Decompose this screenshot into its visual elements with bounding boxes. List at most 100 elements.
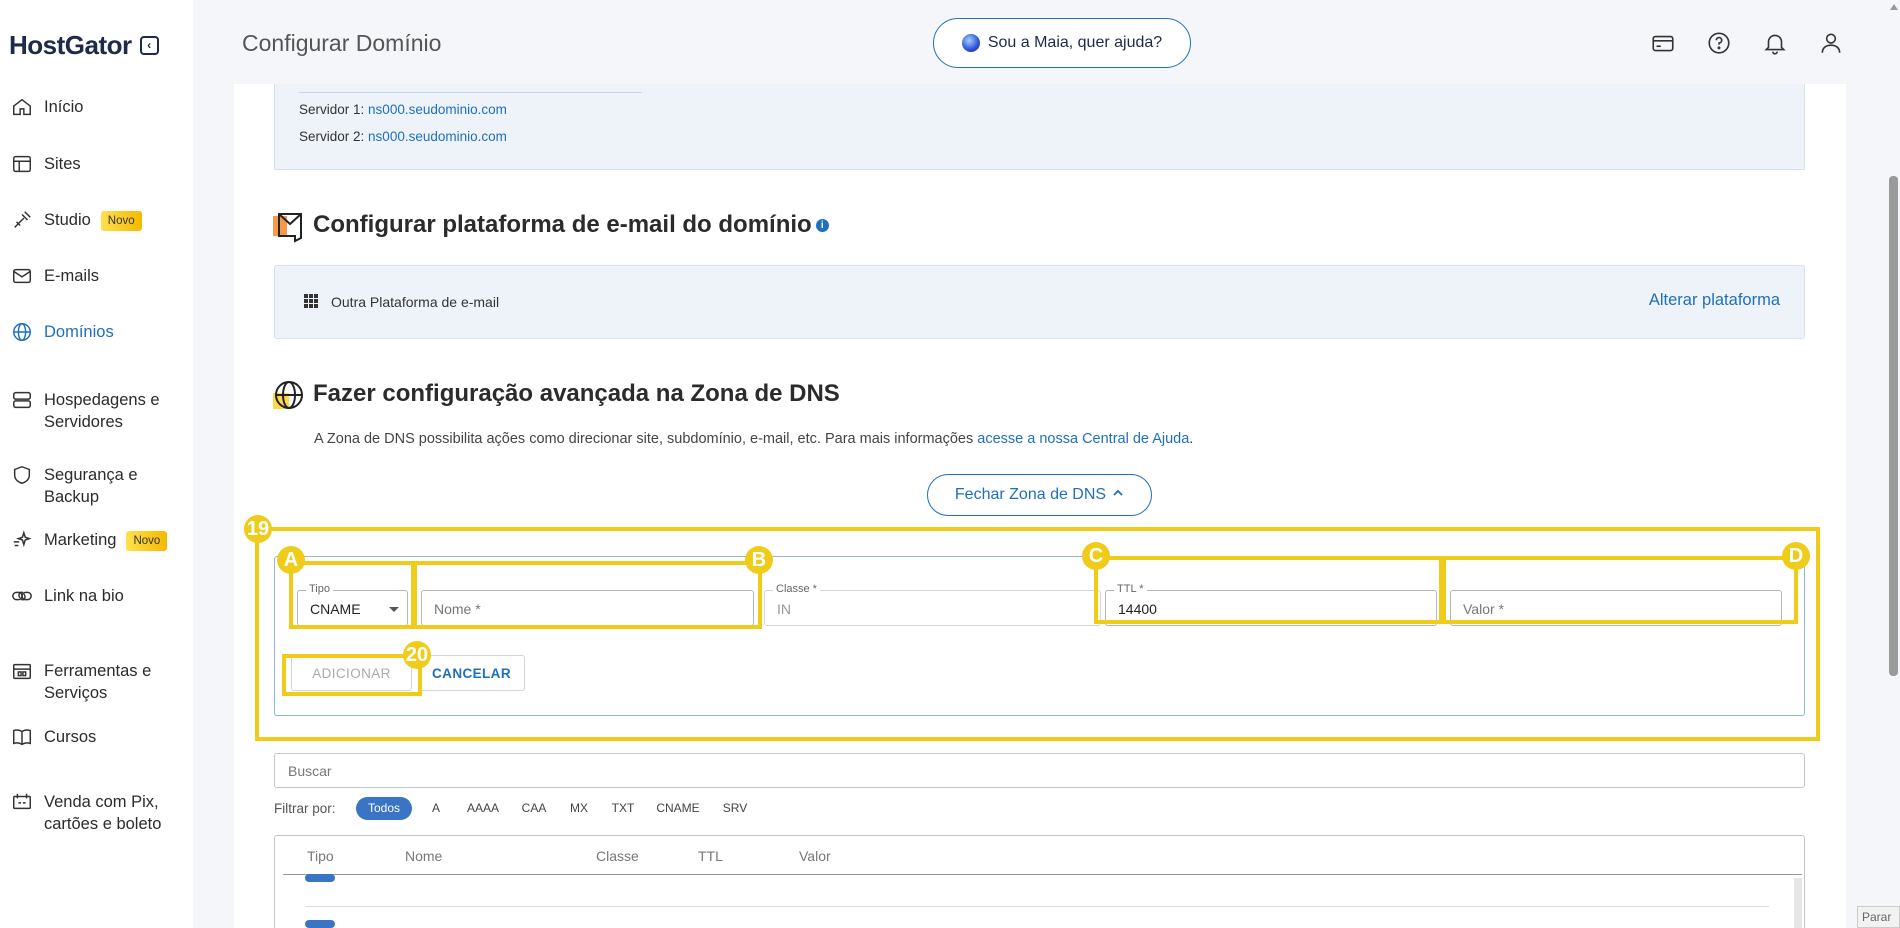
filter-a[interactable]: A — [424, 797, 448, 820]
search-placeholder: Buscar — [288, 763, 332, 779]
layout-icon — [10, 152, 34, 176]
link-icon — [10, 584, 34, 608]
type-label: Tipo — [306, 583, 333, 595]
maia-label: Sou a Maia, quer ajuda? — [987, 34, 1163, 51]
server-icon — [10, 388, 34, 412]
annotation-19: 19 — [244, 515, 272, 543]
chevron-up-icon — [1112, 486, 1124, 504]
close-dns-zone-button[interactable]: Fechar Zona de DNS — [927, 474, 1152, 516]
value-input[interactable]: Valor * — [1450, 590, 1782, 626]
dns-records-table: Tipo Nome Classe TTL Valor — [274, 835, 1805, 928]
apps-grid-icon — [304, 294, 318, 308]
class-label: Classe * — [773, 583, 820, 595]
header-divider — [283, 874, 1802, 875]
card-icon[interactable] — [1650, 30, 1676, 56]
close-dns-label: Fechar Zona de DNS — [954, 486, 1107, 503]
book-icon — [10, 725, 34, 749]
user-icon[interactable] — [1818, 30, 1844, 56]
maia-help-button[interactable]: Sou a Maia, quer ajuda? — [933, 18, 1191, 68]
filter-todos[interactable]: Todos — [356, 797, 412, 820]
email-platform-box: Outra Plataforma de e-mail Alterar plata… — [274, 265, 1805, 339]
add-button[interactable]: ADICIONAR — [291, 655, 412, 691]
name-input[interactable]: Nome * — [421, 590, 754, 626]
sparkle-icon — [10, 528, 34, 552]
sidebar-item-label-line1: Hospedagens e — [44, 391, 160, 409]
row-divider — [305, 906, 1769, 907]
email-platform-name: Outra Plataforma de e-mail — [331, 294, 500, 310]
type-value: CNAME — [310, 601, 361, 617]
sidebar-item-label-wrap: Studio Novo — [44, 209, 142, 231]
scroll-up-icon[interactable] — [1890, 4, 1898, 10]
sidebar-item-label-wrap: Marketing Novo — [44, 529, 168, 551]
filter-aaaa[interactable]: AAAA — [461, 797, 505, 820]
search-input[interactable]: Buscar — [274, 753, 1805, 788]
col-tipo: Tipo — [307, 848, 334, 864]
caret-down-icon — [389, 607, 399, 612]
email-section-title: Configurar plataforma de e-mail do domín… — [313, 211, 829, 239]
cancel-button[interactable]: CANCELAR — [418, 655, 525, 691]
sidebar-item-label: Venda com Pix, cartões e boleto — [44, 791, 161, 835]
page-title: Configurar Domínio — [242, 30, 442, 56]
scroll-thumb[interactable] — [1889, 176, 1898, 676]
annotation-c: C — [1082, 542, 1110, 570]
sidebar-item-label-line2: Backup — [44, 488, 100, 506]
col-classe: Classe — [596, 848, 639, 864]
sidebar-item-label: Ferramentas e Serviços — [44, 660, 151, 704]
filter-cname[interactable]: CNAME — [651, 797, 705, 820]
sidebar-item-label-line1: Segurança e — [44, 466, 138, 484]
logo[interactable]: HostGator ‹ — [9, 30, 159, 61]
type-pill — [305, 874, 335, 882]
value-placeholder: Valor * — [1463, 601, 1504, 617]
type-select[interactable]: Tipo CNAME — [297, 583, 408, 626]
new-badge: Novo — [100, 210, 142, 231]
sidebar-item-label: Início — [44, 98, 84, 116]
dns-description: A Zona de DNS possibilita ações como dir… — [314, 431, 1193, 447]
sidebar-item-label: E-mails — [44, 267, 100, 285]
bell-icon[interactable] — [1762, 30, 1788, 56]
sidebar-item-label: Studio — [44, 211, 91, 229]
help-icon[interactable] — [1706, 30, 1732, 56]
col-ttl: TTL — [698, 848, 723, 864]
annotation-d: D — [1782, 542, 1810, 570]
sidebar-item-label-line1: Venda com Pix, — [44, 793, 159, 811]
sidebar-item-label: Link na bio — [44, 587, 124, 605]
ttl-label: TTL * — [1114, 583, 1147, 595]
corner-widget[interactable]: Parar — [1857, 906, 1900, 928]
annotation-20: 20 — [403, 641, 431, 669]
mail-icon — [10, 264, 34, 288]
change-platform-link[interactable]: Alterar plataforma — [1649, 291, 1780, 310]
server-2: Servidor 2: ns000.seudominio.com — [299, 129, 507, 144]
server-2-value: ns000.seudominio.com — [368, 129, 507, 144]
help-center-link[interactable]: acesse a nossa Central de Ajuda — [977, 431, 1189, 447]
ttl-value: 14400 — [1118, 601, 1157, 617]
filter-txt[interactable]: TXT — [607, 797, 639, 820]
server-1: Servidor 1: ns000.seudominio.com — [299, 102, 507, 117]
header: Configurar Domínio Sou a Maia, quer ajud… — [193, 0, 1900, 84]
sidebar-item-label: Sites — [44, 155, 81, 173]
class-input: Classe * IN — [764, 583, 1101, 626]
sidebar-item-label: Hospedagens e Servidores — [44, 389, 160, 433]
annotation-a: A — [277, 546, 305, 574]
sidebar-item-label: Cursos — [44, 728, 97, 746]
period: . — [1189, 431, 1194, 447]
collapse-icon[interactable]: ‹ — [139, 36, 159, 55]
divider — [299, 92, 642, 93]
sidebar-item-label-line2: Servidores — [44, 413, 123, 431]
info-icon[interactable]: i — [815, 219, 829, 233]
dns-globe-icon — [273, 379, 303, 409]
server-2-label: Servidor 2: — [299, 129, 365, 144]
filter-label: Filtrar por: — [274, 801, 336, 816]
sidebar-item-label-line2: Serviços — [44, 684, 108, 702]
table-scrollbar[interactable] — [1794, 878, 1802, 928]
filter-srv[interactable]: SRV — [718, 797, 752, 820]
ttl-input[interactable]: TTL * 14400 — [1105, 583, 1437, 626]
shield-icon — [10, 463, 34, 487]
server-1-value: ns000.seudominio.com — [368, 102, 507, 117]
filter-mx[interactable]: MX — [564, 797, 594, 820]
main-content: Servidor 1: ns000.seudominio.com Servido… — [234, 84, 1846, 928]
dns-section-title: Fazer configuração avançada na Zona de D… — [313, 380, 840, 407]
filter-caa[interactable]: CAA — [517, 797, 551, 820]
server-1-label: Servidor 1: — [299, 102, 365, 117]
col-nome: Nome — [405, 848, 443, 864]
page-scrollbar[interactable] — [1887, 0, 1900, 928]
